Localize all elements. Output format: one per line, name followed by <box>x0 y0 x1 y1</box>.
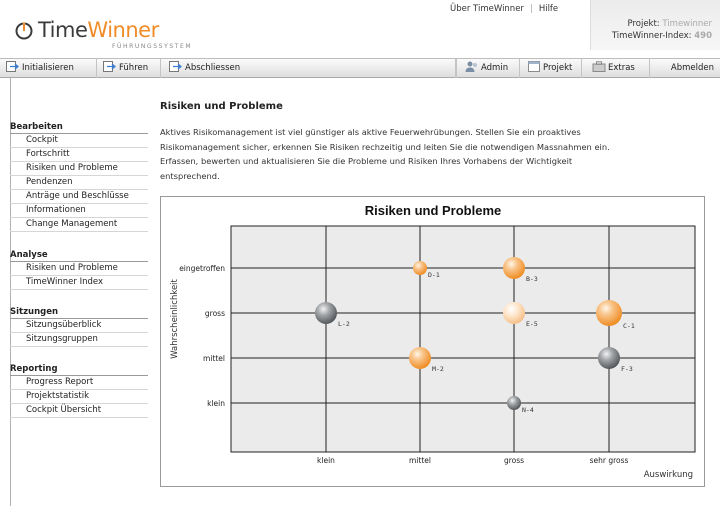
sidebar-item-progress-report[interactable]: Progress Report <box>10 376 148 390</box>
page-title: Risiken und Probleme <box>160 101 283 112</box>
initialisieren-label: Initialisieren <box>22 63 74 73</box>
y-tick-labels: klein mittel gross eingetroffen <box>179 264 225 408</box>
link-about[interactable]: Über TimeWinner <box>450 4 524 14</box>
sidebar: Bearbeiten Cockpit Fortschritt Risiken u… <box>0 78 150 506</box>
admin-label: Admin <box>481 63 509 73</box>
sidebar-item-projektstatistik[interactable]: Projektstatistik <box>10 390 148 404</box>
extras-button[interactable]: Extras <box>582 59 650 78</box>
x-tick-label: klein <box>317 456 335 465</box>
bubble-label: F-3 <box>621 365 633 373</box>
abmelden-label: Abmelden <box>670 63 714 73</box>
sidebar-item-cockpit[interactable]: Cockpit <box>10 134 148 148</box>
extras-label: Extras <box>608 63 635 73</box>
admin-button[interactable]: Admin <box>456 59 520 78</box>
sidebar-item-analyse-risiken[interactable]: Risiken und Probleme <box>10 262 148 276</box>
sidebar-item-sitzungsgruppen[interactable]: Sitzungsgruppen <box>10 333 148 347</box>
bubble-m-2[interactable] <box>409 347 431 369</box>
sidebar-item-pendenzen[interactable]: Pendenzen <box>10 176 148 190</box>
bubble-b-3[interactable] <box>503 257 525 279</box>
intro-text: Aktives Risikomanagement ist viel günsti… <box>160 127 610 181</box>
bubble-label: L-2 <box>338 320 350 328</box>
section-bearbeiten: Bearbeiten <box>10 122 148 134</box>
bubble-label: E-5 <box>526 320 538 328</box>
section-analyse: Analyse <box>10 250 148 262</box>
window-icon <box>528 61 540 72</box>
bubble-label: D-1 <box>428 271 440 279</box>
sidebar-item-timewinner-index[interactable]: TimeWinner Index <box>10 276 148 290</box>
sidebar-item-cockpit-uebersicht[interactable]: Cockpit Übersicht <box>10 404 148 418</box>
fuehren-label: Führen <box>119 63 149 73</box>
x-tick-label: gross <box>504 456 524 465</box>
bubble-label: N-4 <box>522 406 534 414</box>
bubble-f-3[interactable] <box>598 347 620 369</box>
sidebar-item-sitzungsueberblick[interactable]: Sitzungsüberblick <box>10 319 148 333</box>
x-tick-label: sehr gross <box>590 456 629 465</box>
brand-name: TimeWinner <box>38 18 159 42</box>
plot-area <box>230 225 696 453</box>
abschliessen-label: Abschliessen <box>185 63 241 73</box>
arrow-doc-icon <box>169 61 182 72</box>
abmelden-button[interactable]: Abmelden <box>650 59 720 78</box>
abschliessen-button[interactable]: Abschliessen <box>161 59 456 78</box>
project-info: Projekt: Timewinner TimeWinner-Index: 49… <box>590 0 720 50</box>
initialisieren-button[interactable]: Initialisieren <box>0 59 97 78</box>
user-icon <box>465 61 477 72</box>
y-tick-label: gross <box>205 309 225 318</box>
bubble-n-4[interactable] <box>507 396 521 410</box>
sidebar-item-antraege-beschluesse[interactable]: Anträge und Beschlüsse <box>10 190 148 204</box>
project-label: Projekt: <box>627 19 660 29</box>
y-tick-label: mittel <box>203 354 225 363</box>
bubble-c-1[interactable] <box>596 300 622 326</box>
index-label: TimeWinner-Index: <box>611 31 692 41</box>
x-tick-label: mittel <box>409 456 431 465</box>
bubble-e-5[interactable] <box>503 302 525 324</box>
sidebar-item-informationen[interactable]: Informationen <box>10 204 148 218</box>
fuehren-button[interactable]: Führen <box>97 59 161 78</box>
arrow-doc-icon <box>6 61 19 72</box>
section-reporting: Reporting <box>10 364 148 376</box>
sidebar-item-change-management[interactable]: Change Management <box>10 218 148 232</box>
bubble-label: C-1 <box>623 322 635 330</box>
y-axis-label: Wahrscheinlichkeit <box>170 278 180 358</box>
index-value: 490 <box>694 31 712 41</box>
bubble-label: B-3 <box>526 275 538 283</box>
link-help[interactable]: Hilfe <box>539 4 558 14</box>
risk-chart-svg: Risiken und Probleme klein mittel gross ein… <box>170 203 696 480</box>
brand-subtitle: FÜHRUNGSSYSTEM <box>112 43 193 50</box>
chart-title: Risiken und Probleme <box>365 203 502 218</box>
toolbar: Initialisieren Führen Abschliessen Admin… <box>0 58 720 78</box>
sidebar-item-risiken-probleme[interactable]: Risiken und Probleme <box>10 162 148 176</box>
top-links: Über TimeWinner | Hilfe <box>450 4 558 14</box>
x-axis-label: Auswirkung <box>644 470 693 480</box>
arrow-doc-icon <box>103 61 116 72</box>
x-tick-labels: klein mittel gross sehr gross <box>317 456 628 465</box>
projekt-label: Projekt <box>543 63 573 73</box>
link-separator: | <box>529 4 533 14</box>
bubble-l-2[interactable] <box>315 302 337 324</box>
bubble-label: M-2 <box>432 365 444 373</box>
risk-chart: Risiken und Probleme klein mittel gross ein… <box>160 196 705 487</box>
section-sitzungen: Sitzungen <box>10 307 148 319</box>
y-tick-label: eingetroffen <box>179 264 225 273</box>
project-value: Timewinner <box>662 19 712 29</box>
bubble-d-1[interactable] <box>413 261 427 275</box>
sidebar-item-fortschritt[interactable]: Fortschritt <box>10 148 148 162</box>
power-icon <box>15 22 33 40</box>
toolbox-icon <box>592 61 606 72</box>
y-tick-label: klein <box>207 399 225 408</box>
header: TimeWinner FÜHRUNGSSYSTEM Über TimeWinne… <box>0 0 720 58</box>
projekt-button[interactable]: Projekt <box>520 59 582 78</box>
